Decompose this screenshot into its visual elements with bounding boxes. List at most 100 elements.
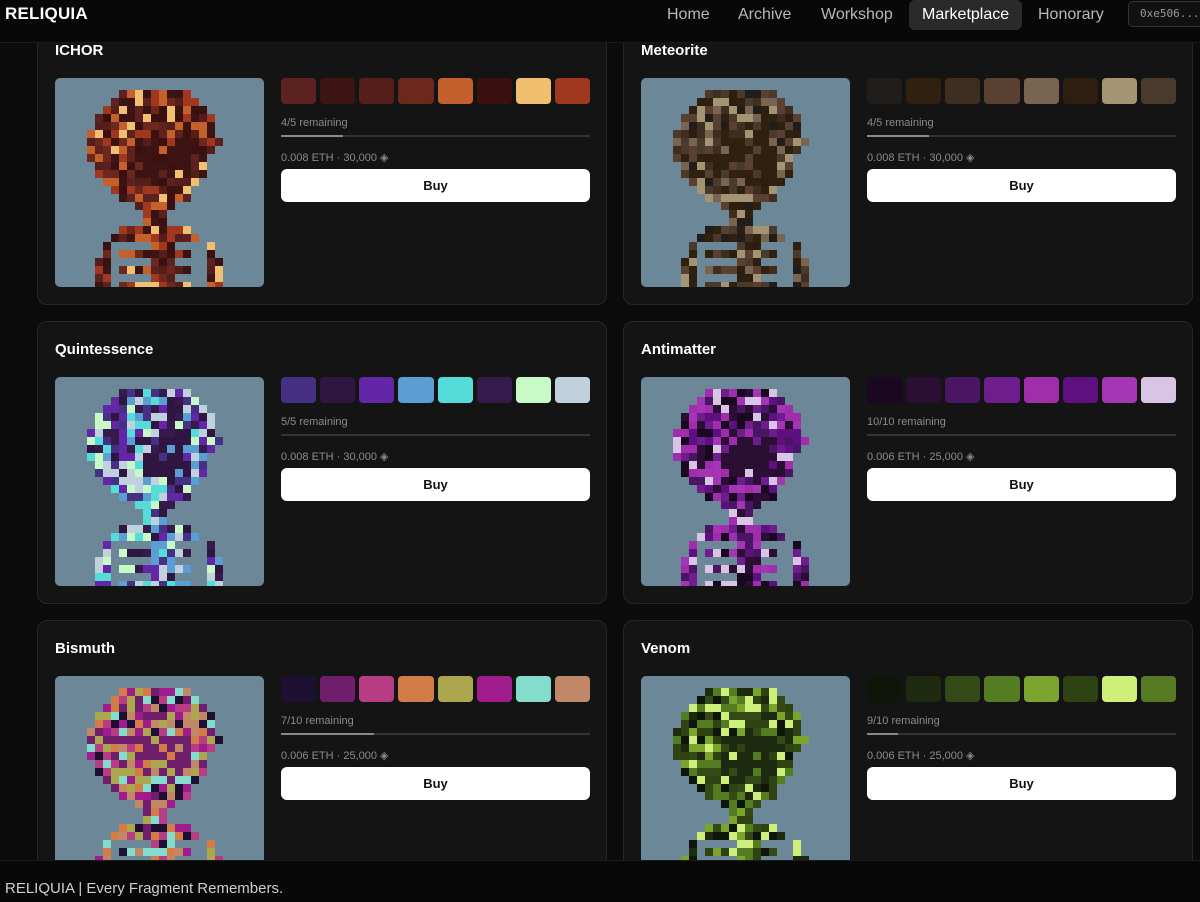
color-swatch (1140, 676, 1176, 702)
color-swatch (867, 377, 903, 403)
color-swatch (945, 676, 981, 702)
nav-home[interactable]: Home (654, 0, 723, 30)
color-swatch (359, 377, 395, 403)
color-swatch (1023, 676, 1059, 702)
remaining-count: 5/5 remaining (281, 416, 348, 428)
color-swatch (1140, 377, 1176, 403)
color-swatch (1062, 676, 1098, 702)
listing-card-antimatter: Antimatter 10/10 remaining 0.006 ETH · 2… (623, 321, 1193, 604)
palette-swatches (867, 676, 1176, 702)
buy-button[interactable]: Buy (281, 169, 590, 202)
color-swatch (945, 78, 981, 104)
color-swatch (1101, 377, 1137, 403)
pixel-art-image (641, 676, 850, 860)
color-swatch (476, 676, 512, 702)
remaining-count: 4/5 remaining (281, 117, 348, 129)
color-swatch (1023, 377, 1059, 403)
card-title: Venom (641, 640, 691, 657)
buy-button[interactable]: Buy (867, 767, 1176, 800)
card-title: Bismuth (55, 640, 115, 657)
color-swatch (1101, 676, 1137, 702)
color-swatch (906, 78, 942, 104)
color-swatch (398, 676, 434, 702)
color-swatch (1140, 78, 1176, 104)
buy-button[interactable]: Buy (867, 468, 1176, 501)
color-swatch (281, 377, 317, 403)
color-swatch (476, 78, 512, 104)
color-swatch (359, 676, 395, 702)
pixel-art-image (641, 377, 850, 586)
remaining-count: 10/10 remaining (867, 416, 946, 428)
listing-card-meteorite: Meteorite 4/5 remaining 0.008 ETH · 30,0… (623, 43, 1193, 305)
pixel-art-image (55, 377, 264, 586)
supply-progress-bar (867, 135, 1176, 137)
color-swatch (1062, 377, 1098, 403)
color-swatch (867, 676, 903, 702)
color-swatch (554, 78, 590, 104)
color-swatch (1062, 78, 1098, 104)
price-label: 0.008 ETH · 30,000 ◈ (281, 152, 389, 164)
color-swatch (945, 377, 981, 403)
color-swatch (515, 377, 551, 403)
buy-button[interactable]: Buy (281, 767, 590, 800)
price-label: 0.008 ETH · 30,000 ◈ (281, 451, 389, 463)
color-swatch (554, 377, 590, 403)
card-title: Quintessence (55, 341, 154, 358)
nav-archive[interactable]: Archive (725, 0, 804, 30)
supply-progress-bar (867, 733, 1176, 735)
supply-progress-bar (281, 135, 590, 137)
buy-button[interactable]: Buy (281, 468, 590, 501)
color-swatch (437, 78, 473, 104)
color-swatch (984, 676, 1020, 702)
color-swatch (906, 676, 942, 702)
buy-button[interactable]: Buy (867, 169, 1176, 202)
color-swatch (359, 78, 395, 104)
remaining-count: 9/10 remaining (867, 715, 940, 727)
pixel-art-image (55, 676, 264, 860)
palette-swatches (867, 377, 1176, 403)
color-swatch (398, 377, 434, 403)
color-swatch (281, 78, 317, 104)
supply-progress-bar (281, 733, 590, 735)
remaining-count: 7/10 remaining (281, 715, 354, 727)
color-swatch (867, 78, 903, 104)
color-swatch (984, 377, 1020, 403)
nav-workshop[interactable]: Workshop (808, 0, 906, 30)
price-label: 0.006 ETH · 25,000 ◈ (867, 750, 975, 762)
palette-swatches (281, 377, 590, 403)
color-swatch (281, 676, 317, 702)
supply-progress-bar (867, 434, 1176, 436)
remaining-count: 4/5 remaining (867, 117, 934, 129)
card-title: ICHOR (55, 43, 104, 59)
listing-card-bismuth: Bismuth 7/10 remaining 0.006 ETH · 25,00… (37, 620, 607, 860)
palette-swatches (281, 676, 590, 702)
marketplace-grid: ICHOR 4/5 remaining 0.008 ETH · 30,000 ◈… (0, 43, 1200, 860)
pixel-art-image (55, 78, 264, 287)
supply-progress-bar (281, 434, 590, 436)
color-swatch (320, 377, 356, 403)
color-swatch (984, 78, 1020, 104)
footer: RELIQUIA | Every Fragment Remembers. (0, 860, 1200, 902)
brand-logo[interactable]: RELIQUIA (5, 4, 88, 24)
listing-card-ichor: ICHOR 4/5 remaining 0.008 ETH · 30,000 ◈… (37, 43, 607, 305)
color-swatch (320, 676, 356, 702)
footer-tagline: RELIQUIA | Every Fragment Remembers. (5, 880, 284, 897)
color-swatch (320, 78, 356, 104)
palette-swatches (867, 78, 1176, 104)
color-swatch (1023, 78, 1059, 104)
color-swatch (515, 676, 551, 702)
palette-swatches (281, 78, 590, 104)
wallet-address-button[interactable]: 0xe506... (1128, 1, 1200, 27)
color-swatch (398, 78, 434, 104)
price-label: 0.008 ETH · 30,000 ◈ (867, 152, 975, 164)
price-label: 0.006 ETH · 25,000 ◈ (867, 451, 975, 463)
color-swatch (515, 78, 551, 104)
top-navigation-bar: RELIQUIA Home Archive Workshop Marketpla… (0, 0, 1200, 43)
color-swatch (554, 676, 590, 702)
card-title: Meteorite (641, 43, 708, 59)
pixel-art-image (641, 78, 850, 287)
nav-honorary[interactable]: Honorary (1025, 0, 1117, 30)
color-swatch (906, 377, 942, 403)
nav-marketplace[interactable]: Marketplace (909, 0, 1023, 30)
color-swatch (437, 676, 473, 702)
